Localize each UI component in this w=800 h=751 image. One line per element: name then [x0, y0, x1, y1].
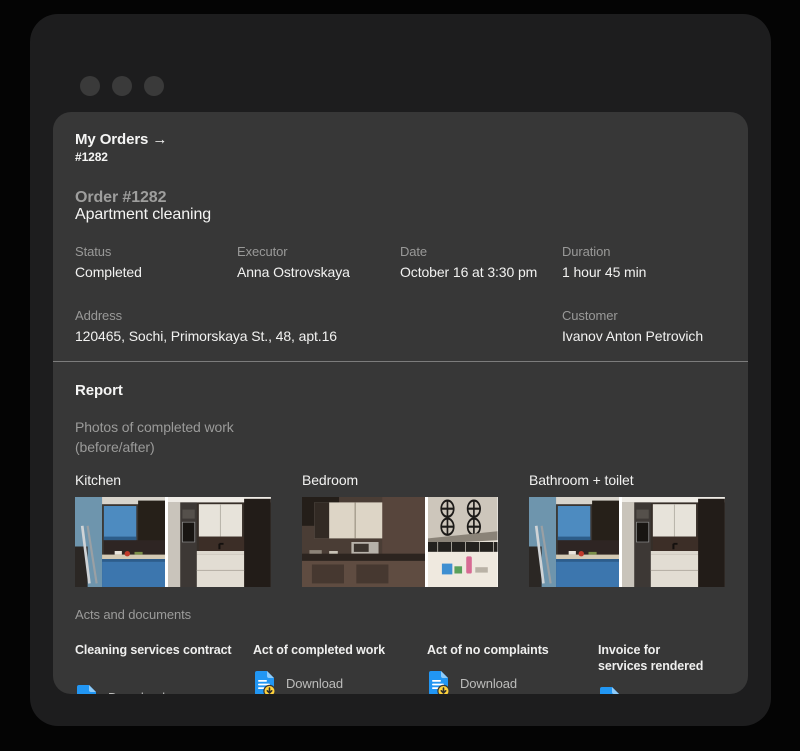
detail-date: Date October 16 at 3:30 pm: [400, 243, 562, 281]
order-details-row-2: Address 120465, Sochi, Primorskaya St., …: [75, 307, 726, 345]
download-label: Download: [108, 690, 165, 694]
download-link[interactable]: Download: [598, 686, 688, 694]
photo-after[interactable]: [622, 497, 725, 587]
order-subtitle: Apartment cleaning: [75, 206, 212, 223]
photos-title: Photos of completed work: [75, 419, 234, 435]
detail-label: Executor: [237, 244, 288, 259]
window-control-dot[interactable]: [144, 76, 164, 96]
detail-label: Duration: [562, 244, 611, 259]
document-download-icon: [76, 684, 98, 694]
photos-section-label: Photos of completed work (before/after): [75, 417, 726, 457]
breadcrumb: My Orders → #1282: [75, 130, 726, 165]
order-details-card: My Orders → #1282 Order #1282 Apartment …: [53, 112, 748, 694]
photo-caption: Bedroom: [302, 472, 359, 488]
document-download-icon: [599, 686, 621, 694]
document-item: Invoice for services rendered Download: [598, 642, 726, 694]
document-title: Cleaning services contract: [75, 643, 232, 657]
document-title: Act of completed work: [253, 643, 385, 657]
detail-label: Address: [75, 308, 122, 323]
document-item: Cleaning services contract Download: [75, 642, 253, 694]
download-label: Download: [286, 676, 344, 691]
photo-before[interactable]: [75, 497, 166, 587]
photo-caption: Bathroom + toilet: [529, 472, 634, 488]
documents-section-label: Acts and documents: [75, 607, 191, 622]
document-download-icon: [428, 670, 450, 694]
download-link[interactable]: Download: [75, 684, 165, 694]
photo-before[interactable]: [302, 497, 426, 587]
duration-value: 1 hour 45 min: [562, 264, 647, 280]
breadcrumb-order-id: #1282: [75, 150, 108, 164]
download-link[interactable]: Download: [253, 670, 343, 694]
date-value: October 16 at 3:30 pm: [400, 264, 538, 280]
download-label: Download: [631, 692, 688, 694]
photo-pair-kitchen[interactable]: [75, 497, 271, 587]
photo-after[interactable]: [428, 497, 498, 587]
photo-pair-bedroom[interactable]: [302, 497, 498, 587]
photo-group-bedroom: Bedroom: [302, 471, 498, 587]
window-control-dot[interactable]: [112, 76, 132, 96]
photo-before[interactable]: [529, 497, 620, 587]
photo-group-kitchen: Kitchen: [75, 471, 271, 587]
detail-executor: Executor Anna Ostrovskaya: [237, 243, 400, 281]
breadcrumb-my-orders-link[interactable]: My Orders →: [75, 130, 726, 149]
status-value: Completed: [75, 264, 142, 280]
document-download-icon: [254, 670, 276, 694]
document-item: Act of no complaints Download: [427, 642, 598, 694]
photo-group-bathroom: Bathroom + toilet: [529, 471, 725, 587]
window-controls: [80, 76, 164, 96]
detail-status: Status Completed: [75, 243, 237, 281]
photo-pair-bathroom[interactable]: [529, 497, 725, 587]
detail-label: Status: [75, 244, 112, 259]
photos-subtitle: (before/after): [75, 439, 155, 455]
order-title: Order #1282: [75, 189, 167, 206]
executor-value: Anna Ostrovskaya: [237, 264, 350, 280]
photo-caption: Kitchen: [75, 472, 121, 488]
detail-customer: Customer Ivanov Anton Petrovich: [562, 307, 726, 345]
detail-address: Address 120465, Sochi, Primorskaya St., …: [75, 307, 562, 345]
address-value: 120465, Sochi, Primorskaya St., 48, apt.…: [75, 328, 337, 344]
download-link[interactable]: Download: [427, 670, 517, 694]
customer-value: Ivanov Anton Petrovich: [562, 328, 703, 344]
photo-groups: Kitchen Bedroom Bathroom + toilet: [75, 471, 726, 587]
detail-label: Customer: [562, 308, 618, 323]
document-item: Act of completed work Download: [253, 642, 427, 694]
divider: [53, 361, 748, 362]
report-heading: Report: [75, 382, 123, 399]
order-header: Order #1282 Apartment cleaning: [75, 189, 726, 223]
detail-duration: Duration 1 hour 45 min: [562, 243, 726, 281]
documents-list: Cleaning services contract Download Act …: [75, 642, 726, 694]
window-control-dot[interactable]: [80, 76, 100, 96]
document-title: Act of no complaints: [427, 643, 549, 657]
document-title: Invoice for services rendered: [598, 643, 704, 673]
order-details-row-1: Status Completed Executor Anna Ostrovska…: [75, 243, 726, 281]
download-label: Download: [460, 676, 518, 691]
detail-label: Date: [400, 244, 428, 259]
browser-window: My Orders → #1282 Order #1282 Apartment …: [30, 14, 771, 726]
photo-after[interactable]: [168, 497, 271, 587]
